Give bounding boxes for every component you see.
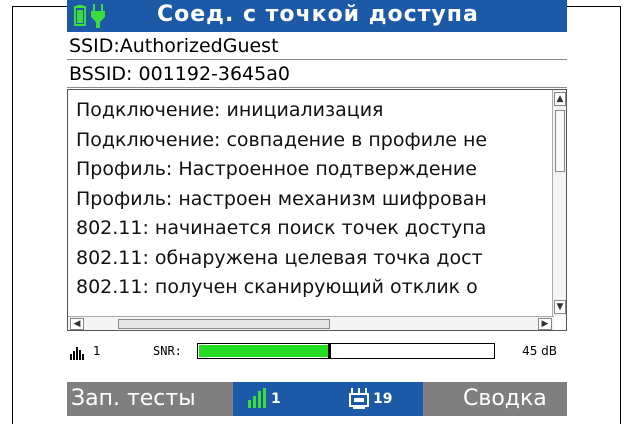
log-line: Профиль: Настроенное подтверждение [76,158,477,180]
page-title: Соед. с точкой доступа [157,2,479,27]
vertical-scrollbar[interactable]: ▲ ▼ [552,90,566,316]
log-line: 802.11: начинается поиск точек доступа [76,217,487,239]
scroll-left-icon[interactable]: ◀ [70,318,84,330]
vertical-scroll-thumb[interactable] [555,110,565,172]
log-line: Подключение: совпадение в профиле не [76,128,488,151]
tab-devices[interactable]: 19 [343,382,423,416]
tab-saved-tests[interactable]: Зап. тесты [71,382,231,416]
snr-value: 45 dB [522,344,557,358]
connection-log[interactable]: Подключение: инициализация Подключение: … [67,89,567,331]
log-lines: Подключение: инициализация Подключение: … [76,96,548,306]
title-bar: Соед. с точкой доступа [67,0,567,32]
network-devices-icon [349,388,369,409]
snr-meter-marker [328,344,331,358]
snr-row: 1 SNR: 45 dB [67,340,567,364]
ssid-label: SSID:AuthorizedGuest [67,32,567,60]
snr-channel: 1 [93,344,101,358]
snr-meter [197,343,495,359]
plug-icon [91,4,105,28]
log-line: Профиль: настроен механизм шифрован [76,187,487,210]
log-line: 802.11: обнаружена целевая точка дост [76,246,483,269]
tab-networks[interactable]: 1 [233,382,343,416]
signal-bars-icon [248,388,266,408]
devices-count: 19 [373,391,393,407]
horizontal-scroll-thumb[interactable] [118,319,330,329]
device-screen: Соед. с точкой доступа SSID:AuthorizedGu… [67,0,567,416]
scroll-up-icon[interactable]: ▲ [554,92,566,106]
scroll-right-icon[interactable]: ▶ [538,318,552,330]
horizontal-scrollbar[interactable]: ◀ ▶ [68,316,554,330]
tab-summary[interactable]: Сводка [463,382,563,416]
log-line: 802.11: получен сканирующий отклик о [76,276,478,298]
bssid-label: BSSID: 001192-3645a0 [67,60,567,88]
networks-count: 1 [271,391,281,407]
scroll-down-icon[interactable]: ▼ [554,300,566,314]
log-line: Подключение: инициализация [76,99,384,121]
bottom-tab-bar: Зап. тесты 1 19 Сводка [67,382,567,416]
snr-meter-fill [199,345,328,357]
signal-bars-icon [70,347,84,360]
snr-label: SNR: [153,344,182,358]
